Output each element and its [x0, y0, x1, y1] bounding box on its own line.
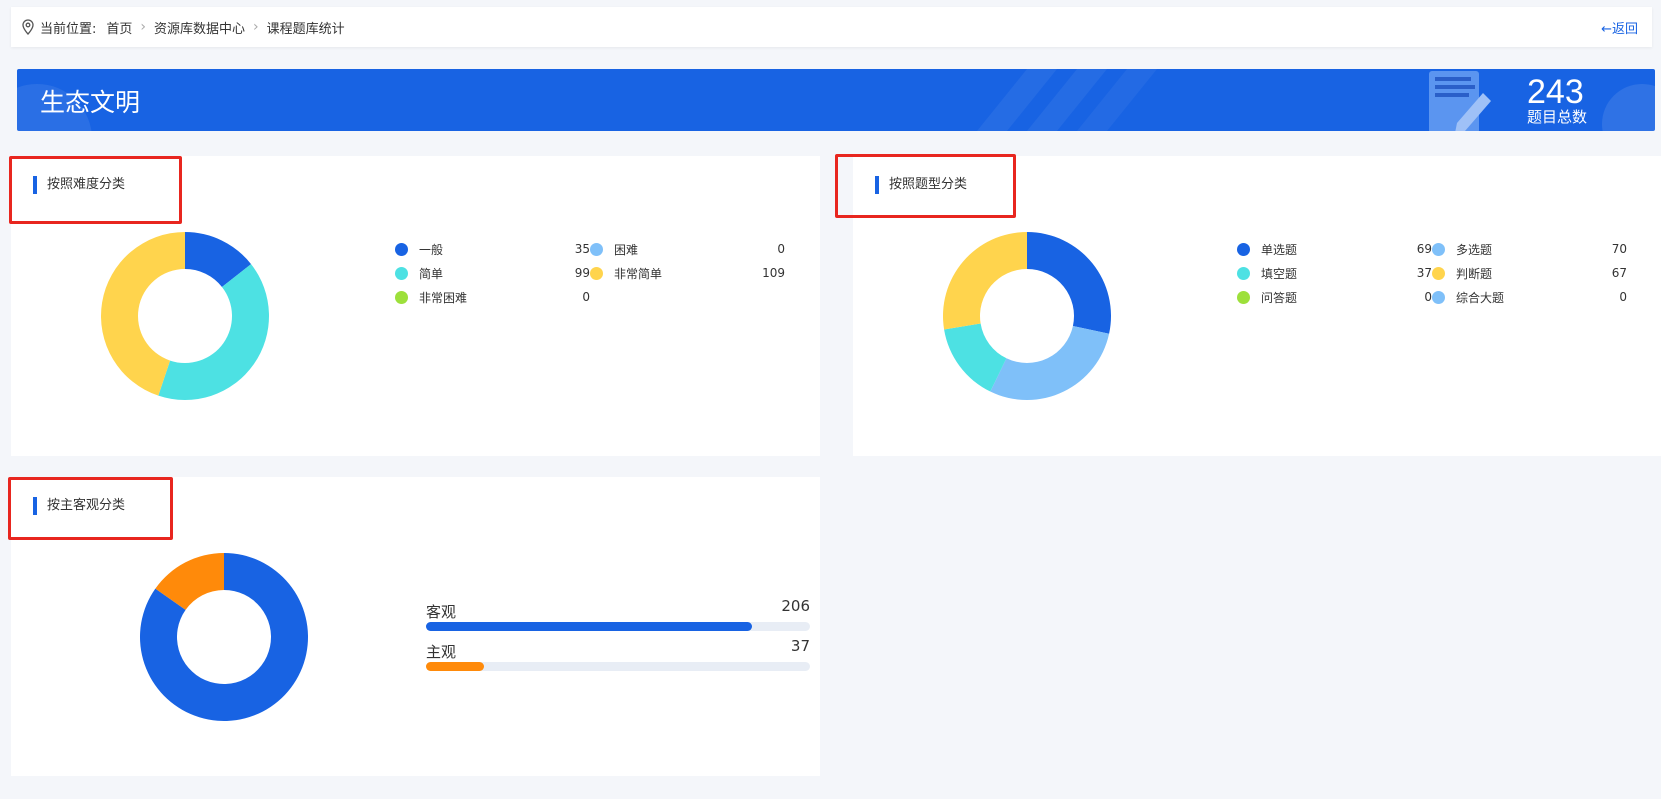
legend-dot-icon [395, 290, 408, 304]
legend-value: 37 [1416, 266, 1432, 280]
banner-decoration [17, 69, 1655, 131]
legend-dot-icon [1237, 290, 1250, 304]
chevron-right-icon: › [253, 19, 259, 35]
bar-row: 客观 206 [426, 597, 810, 641]
highlight-box [835, 154, 1016, 218]
legend-label: 判断题 [1456, 266, 1493, 281]
legend-dot-icon [1432, 266, 1445, 280]
legend-dot-icon [590, 266, 603, 280]
highlight-box [8, 477, 173, 540]
legend-label: 困难 [614, 242, 639, 257]
legend-value: 0 [1424, 290, 1432, 304]
breadcrumb: 当前位置: 首页 › 资源库数据中心 › 课程题库统计 [21, 18, 345, 37]
question-type-legend-item[interactable]: 判断题 67 [1432, 264, 1627, 282]
bar-track [426, 622, 810, 631]
chevron-right-icon: › [140, 19, 147, 35]
legend-label: 非常简单 [614, 266, 663, 281]
subjectivity-donut-chart [140, 553, 308, 721]
difficulty-legend-item[interactable]: 简单 99 [395, 264, 590, 282]
arrow-left-icon: ← [1601, 22, 1612, 37]
difficulty-legend-item[interactable]: 非常困难 0 [395, 288, 590, 306]
question-type-slice-3[interactable] [943, 232, 1027, 330]
question-type-legend-item[interactable]: 问答题 0 [1237, 288, 1432, 306]
bar-fill [426, 622, 752, 631]
location-pin-icon [22, 19, 34, 35]
legend-label: 简单 [419, 266, 444, 281]
back-button[interactable]: ←返回 [1601, 18, 1638, 37]
difficulty-legend-item[interactable]: 一般 35 [395, 240, 590, 258]
difficulty-slice-2[interactable] [158, 264, 269, 401]
question-type-legend-item[interactable]: 多选题 70 [1432, 240, 1627, 258]
legend-value: 0 [1619, 290, 1627, 304]
question-type-slice-0[interactable] [1027, 232, 1111, 334]
legend-label: 非常困难 [419, 290, 468, 305]
total-questions: 243 题目总数 [1527, 73, 1587, 125]
legend-value: 69 [1416, 242, 1432, 256]
back-label: 返回 [1611, 22, 1638, 37]
question-type-donut-chart [943, 232, 1111, 400]
course-title: 生态文明 [40, 88, 141, 117]
breadcrumb-home[interactable]: 首页 [106, 18, 132, 37]
legend-dot-icon [1432, 242, 1445, 256]
question-type-legend-item[interactable]: 填空题 37 [1237, 264, 1432, 282]
highlight-box [9, 156, 182, 224]
question-type-legend: 单选题 69 多选题 70 填空题 37 判断题 67 问答题 0 综合大题 0 [1237, 240, 1627, 310]
bar-track [426, 662, 810, 671]
course-banner: 生态文明 243 题目总数 [17, 69, 1655, 131]
breadcrumb-label: 当前位置: [40, 21, 97, 37]
bar-value: 206 [781, 597, 810, 615]
difficulty-legend-item[interactable]: 非常简单 109 [590, 264, 785, 282]
legend-value: 0 [582, 290, 590, 304]
question-type-slice-1[interactable] [990, 325, 1110, 400]
breadcrumb-data-center[interactable]: 资源库数据中心 [154, 18, 245, 37]
legend-dot-icon [590, 242, 603, 256]
breadcrumb-bar: 当前位置: 首页 › 资源库数据中心 › 课程题库统计 ←返回 [11, 7, 1652, 47]
legend-label: 一般 [419, 242, 444, 257]
bar-value: 37 [790, 637, 810, 655]
bar-label: 客观 [426, 603, 457, 621]
legend-label: 问答题 [1261, 290, 1298, 305]
legend-value: 0 [777, 242, 785, 256]
question-type-legend-item[interactable]: 单选题 69 [1237, 240, 1432, 258]
total-questions-value: 243 [1527, 73, 1584, 111]
legend-label: 综合大题 [1456, 290, 1505, 305]
bar-label: 主观 [426, 643, 457, 661]
difficulty-legend-item[interactable]: 困难 0 [590, 240, 785, 258]
subjectivity-bars: 客观 206 主观 37 [426, 597, 810, 681]
difficulty-legend: 一般 35 困难 0 简单 99 非常简单 109 非常困难 0 [395, 240, 785, 310]
legend-dot-icon [1432, 290, 1445, 304]
legend-dot-icon [395, 266, 408, 280]
legend-value: 70 [1611, 242, 1627, 256]
legend-value: 67 [1611, 266, 1627, 280]
breadcrumb-current: 课程题库统计 [266, 21, 345, 37]
legend-dot-icon [395, 242, 408, 256]
difficulty-donut-chart [100, 232, 269, 401]
legend-label: 填空题 [1261, 266, 1298, 281]
total-questions-label: 题目总数 [1527, 108, 1588, 126]
legend-label: 多选题 [1456, 242, 1493, 257]
legend-value: 109 [762, 266, 785, 280]
document-edit-icon [1429, 71, 1491, 131]
legend-dot-icon [1237, 266, 1250, 280]
legend-dot-icon [1237, 242, 1250, 256]
legend-value: 99 [574, 266, 590, 280]
bar-fill [426, 662, 485, 671]
legend-label: 单选题 [1261, 242, 1298, 257]
legend-value: 35 [574, 242, 590, 256]
bar-row: 主观 37 [426, 637, 810, 681]
question-type-legend-item[interactable]: 综合大题 0 [1432, 288, 1627, 306]
